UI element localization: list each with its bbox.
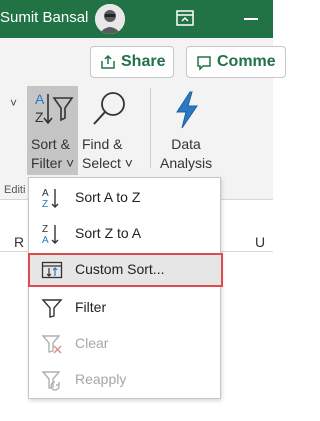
column-header-u[interactable]: U (255, 234, 265, 250)
find-icon[interactable] (91, 90, 131, 135)
menu-item-reapply[interactable]: Reapply (29, 364, 222, 396)
menu-item-label: Custom Sort... (75, 261, 165, 277)
menu-item-custom-sort[interactable]: Custom Sort... (28, 253, 223, 287)
svg-text:A: A (35, 91, 45, 107)
find-select-line1: Find & (82, 136, 123, 152)
menu-item-filter[interactable]: Filter (29, 292, 222, 324)
group-label-editing: Editi (4, 184, 26, 196)
svg-text:Z: Z (42, 224, 48, 235)
title-bar: Sumit Bansal (0, 0, 273, 38)
data-analysis-line2: Analysis (160, 155, 213, 171)
comments-label: Comme (217, 53, 276, 70)
menu-item-sort-z-to-a[interactable]: Z A Sort Z to A (29, 218, 222, 250)
menu-item-label: Reapply (75, 371, 127, 387)
group-divider (150, 88, 151, 168)
find-select-label[interactable]: Find & Select ˅ (82, 135, 133, 173)
avatar[interactable] (95, 4, 125, 34)
custom-sort-icon (41, 259, 63, 281)
menu-item-clear[interactable]: Clear (29, 328, 222, 360)
data-analysis-label[interactable]: Data Analysis (160, 135, 212, 173)
filter-icon (41, 297, 63, 319)
menu-item-label: Clear (75, 335, 109, 351)
comment-icon (196, 55, 212, 76)
menu-item-label: Sort A to Z (75, 189, 141, 205)
ribbon-display-icon[interactable] (175, 8, 195, 28)
sort-filter-line2: Filter ˅ (31, 155, 75, 171)
data-analysis-line1: Data (171, 136, 201, 152)
sort-filter-line1: Sort & (31, 136, 70, 152)
svg-text:A: A (42, 235, 49, 245)
lightning-icon[interactable] (172, 90, 202, 135)
clear-filter-icon (41, 333, 63, 355)
comments-button[interactable]: Comme (186, 46, 286, 78)
svg-text:A: A (42, 188, 49, 199)
user-name: Sumit Bansal (0, 9, 89, 26)
svg-text:Z: Z (42, 199, 48, 209)
minimize-icon[interactable] (244, 18, 258, 20)
menu-item-sort-a-to-z[interactable]: A Z Sort A to Z (29, 182, 222, 214)
sort-filter-icon: A Z (32, 90, 76, 135)
menu-item-label: Sort Z to A (75, 225, 142, 241)
sort-a-to-z-icon: A Z (41, 187, 63, 210)
sort-filter-menu: A Z Sort A to Z Z A Sort Z to A Custom S… (28, 177, 223, 399)
sort-filter-label: Sort & Filter ˅ (31, 135, 74, 173)
share-button[interactable]: Share (90, 46, 174, 78)
sort-z-to-a-icon: Z A (41, 223, 63, 246)
reapply-filter-icon (41, 369, 63, 391)
chevron-down-icon[interactable]: ˅ (10, 96, 17, 110)
share-label: Share (121, 53, 166, 70)
share-icon (100, 54, 116, 75)
find-select-line2: Select ˅ (82, 155, 133, 171)
svg-text:Z: Z (35, 109, 44, 125)
menu-item-label: Filter (75, 299, 107, 315)
column-header-r[interactable]: R (14, 234, 24, 250)
